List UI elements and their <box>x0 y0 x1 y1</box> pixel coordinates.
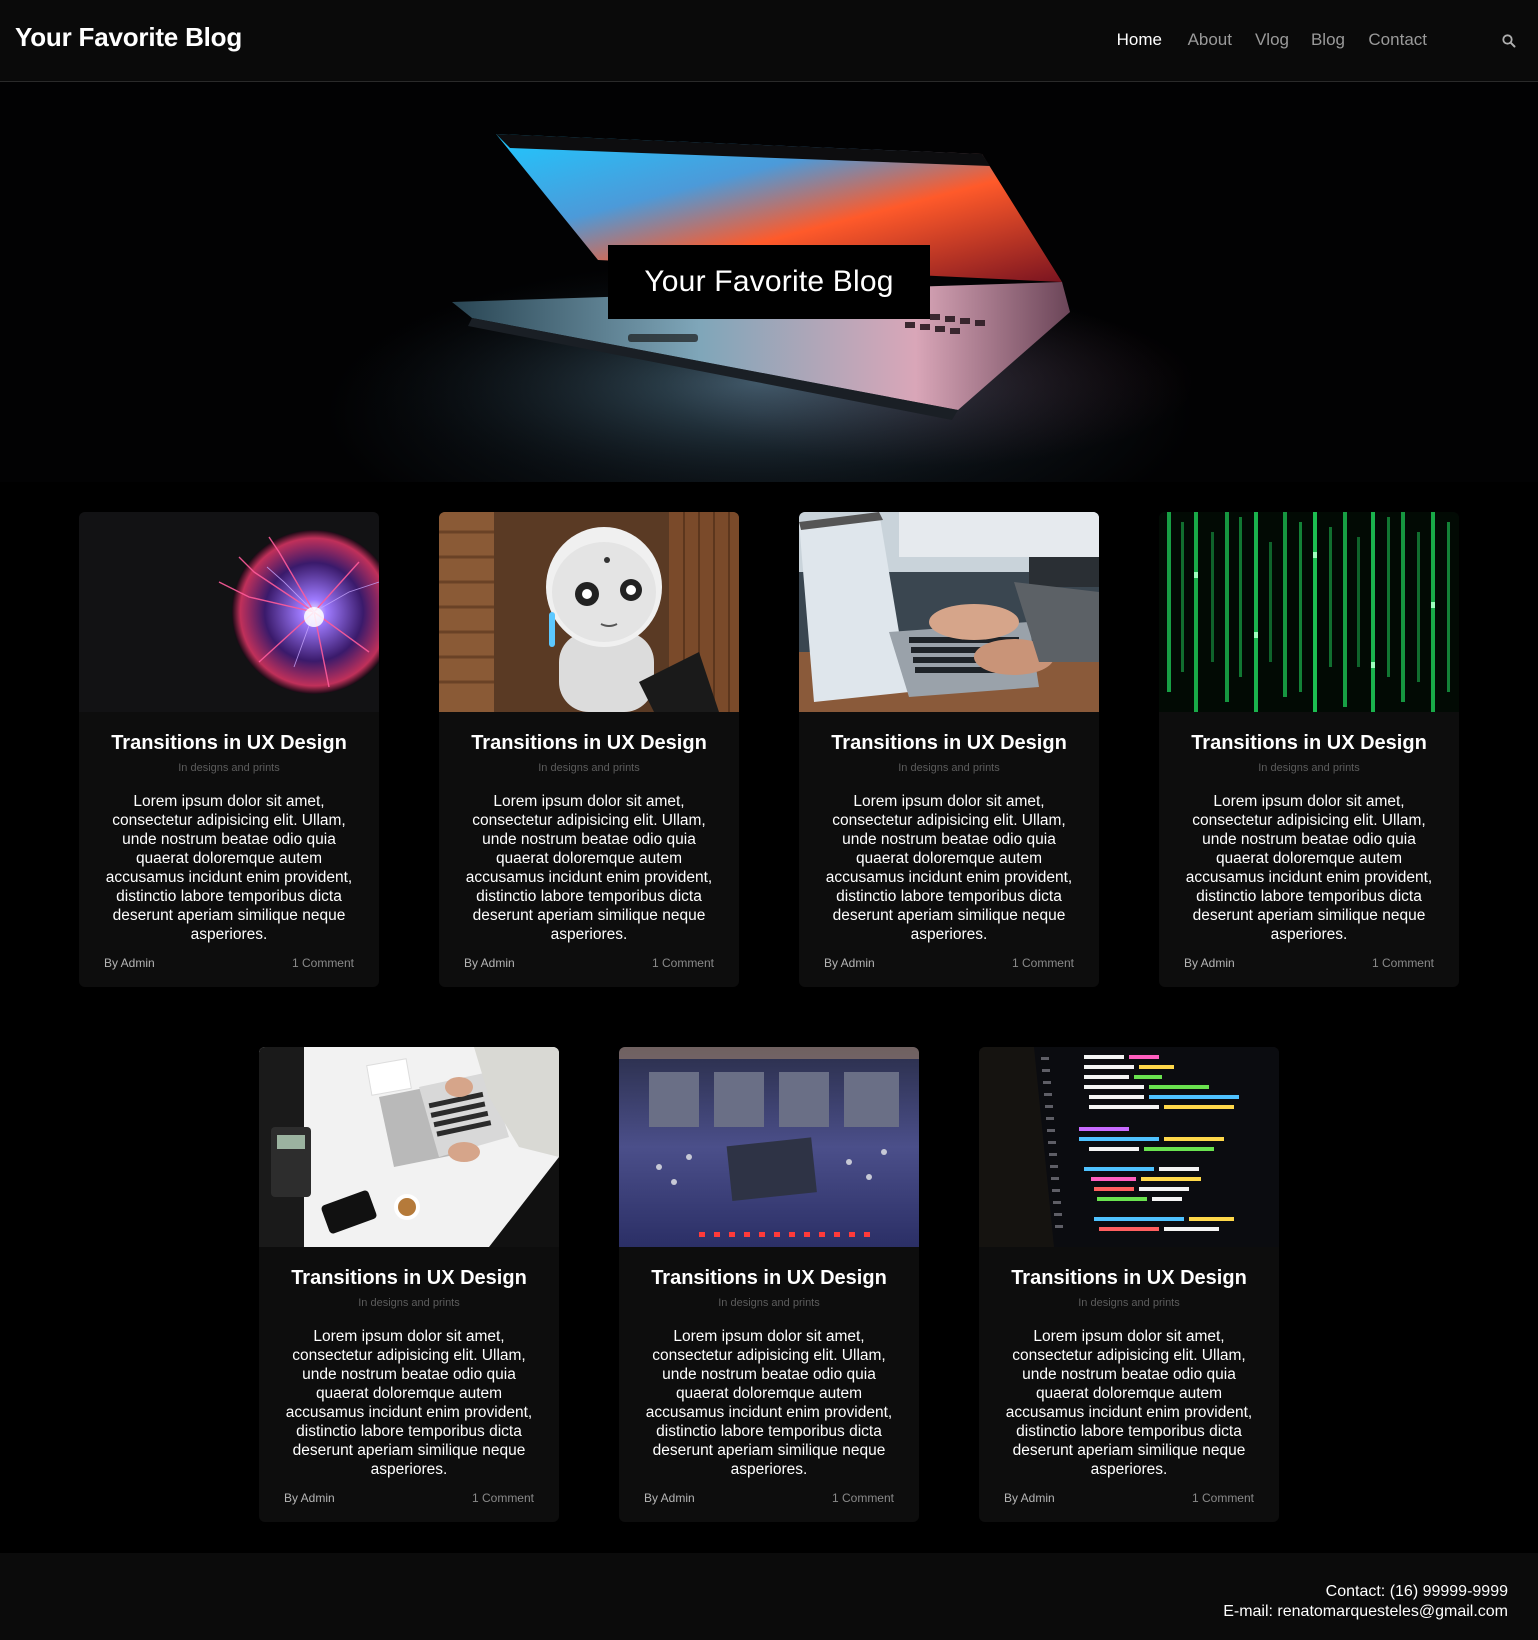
footer-contact-email[interactable]: E-mail: renatomarquesteles@gmail.com <box>1223 1603 1508 1621</box>
post-category: In designs and prints <box>1078 1297 1180 1309</box>
post-author[interactable]: By Admin <box>824 956 875 970</box>
post-title[interactable]: Transitions in UX Design <box>259 1267 559 1290</box>
post-excerpt: Lorem ipsum dolor sit amet, consectetur … <box>1185 793 1433 943</box>
post-title[interactable]: Transitions in UX Design <box>619 1267 919 1290</box>
post-card[interactable]: Transitions in UX Design In designs and … <box>979 1047 1279 1522</box>
post-comments-link[interactable]: 1 Comment <box>1192 1491 1254 1505</box>
nav-home-link[interactable]: Home <box>1117 30 1162 50</box>
nav-contact-link[interactable]: Contact <box>1368 30 1427 50</box>
post-card[interactable]: Transitions in UX Design In designs and … <box>799 512 1099 987</box>
post-author[interactable]: By Admin <box>1184 956 1235 970</box>
post-title[interactable]: Transitions in UX Design <box>799 732 1099 755</box>
post-comments-link[interactable]: 1 Comment <box>1372 956 1434 970</box>
hero-banner: Your Favorite Blog <box>0 82 1538 482</box>
post-card[interactable]: Transitions in UX Design In designs and … <box>79 512 379 987</box>
post-image-matrix-code[interactable] <box>1159 512 1459 712</box>
post-category: In designs and prints <box>358 1297 460 1309</box>
site-footer: Contact: (16) 99999-9999 E-mail: renatom… <box>0 1553 1538 1640</box>
post-author[interactable]: By Admin <box>644 1491 695 1505</box>
post-category: In designs and prints <box>718 1297 820 1309</box>
post-author[interactable]: By Admin <box>1004 1491 1055 1505</box>
nav-vlog-link[interactable]: Vlog <box>1255 30 1289 50</box>
post-image-code-screen[interactable] <box>979 1047 1279 1247</box>
post-image-typing-laptop[interactable] <box>799 512 1099 712</box>
post-title[interactable]: Transitions in UX Design <box>1159 732 1459 755</box>
hero-title-box: Your Favorite Blog <box>608 245 930 319</box>
post-author[interactable]: By Admin <box>464 956 515 970</box>
post-category: In designs and prints <box>1258 762 1360 774</box>
post-comments-link[interactable]: 1 Comment <box>1012 956 1074 970</box>
post-category: In designs and prints <box>898 762 1000 774</box>
post-author[interactable]: By Admin <box>104 956 155 970</box>
brand-logo-link[interactable]: Your Favorite Blog <box>15 22 242 53</box>
post-image-circuit-board[interactable] <box>619 1047 919 1247</box>
post-comments-link[interactable]: 1 Comment <box>292 956 354 970</box>
post-author[interactable]: By Admin <box>284 1491 335 1505</box>
post-card[interactable]: Transitions in UX Design In designs and … <box>1159 512 1459 987</box>
search-icon[interactable] <box>1501 33 1517 49</box>
post-card[interactable]: Transitions in UX Design In designs and … <box>259 1047 559 1522</box>
post-excerpt: Lorem ipsum dolor sit amet, consectetur … <box>465 793 713 943</box>
post-excerpt: Lorem ipsum dolor sit amet, consectetur … <box>1005 1328 1253 1478</box>
post-card[interactable]: Transitions in UX Design In designs and … <box>619 1047 919 1522</box>
nav-about-link[interactable]: About <box>1188 30 1232 50</box>
post-image-desk-laptop[interactable] <box>259 1047 559 1247</box>
post-comments-link[interactable]: 1 Comment <box>472 1491 534 1505</box>
post-image-plasma-ball[interactable] <box>79 512 379 712</box>
top-navbar: Your Favorite Blog Home About Vlog Blog … <box>0 0 1538 82</box>
post-excerpt: Lorem ipsum dolor sit amet, consectetur … <box>825 793 1073 943</box>
post-comments-link[interactable]: 1 Comment <box>832 1491 894 1505</box>
post-card[interactable]: Transitions in UX Design In designs and … <box>439 512 739 987</box>
post-comments-link[interactable]: 1 Comment <box>652 956 714 970</box>
post-excerpt: Lorem ipsum dolor sit amet, consectetur … <box>285 1328 533 1478</box>
post-category: In designs and prints <box>538 762 640 774</box>
post-title[interactable]: Transitions in UX Design <box>979 1267 1279 1290</box>
footer-contact-phone: Contact: (16) 99999-9999 <box>1325 1583 1508 1600</box>
post-excerpt: Lorem ipsum dolor sit amet, consectetur … <box>105 793 353 943</box>
post-excerpt: Lorem ipsum dolor sit amet, consectetur … <box>645 1328 893 1478</box>
hero-title: Your Favorite Blog <box>644 265 894 298</box>
nav-blog-link[interactable]: Blog <box>1311 30 1345 50</box>
post-title[interactable]: Transitions in UX Design <box>439 732 739 755</box>
post-image-robot[interactable] <box>439 512 739 712</box>
post-title[interactable]: Transitions in UX Design <box>79 732 379 755</box>
post-category: In designs and prints <box>178 762 280 774</box>
